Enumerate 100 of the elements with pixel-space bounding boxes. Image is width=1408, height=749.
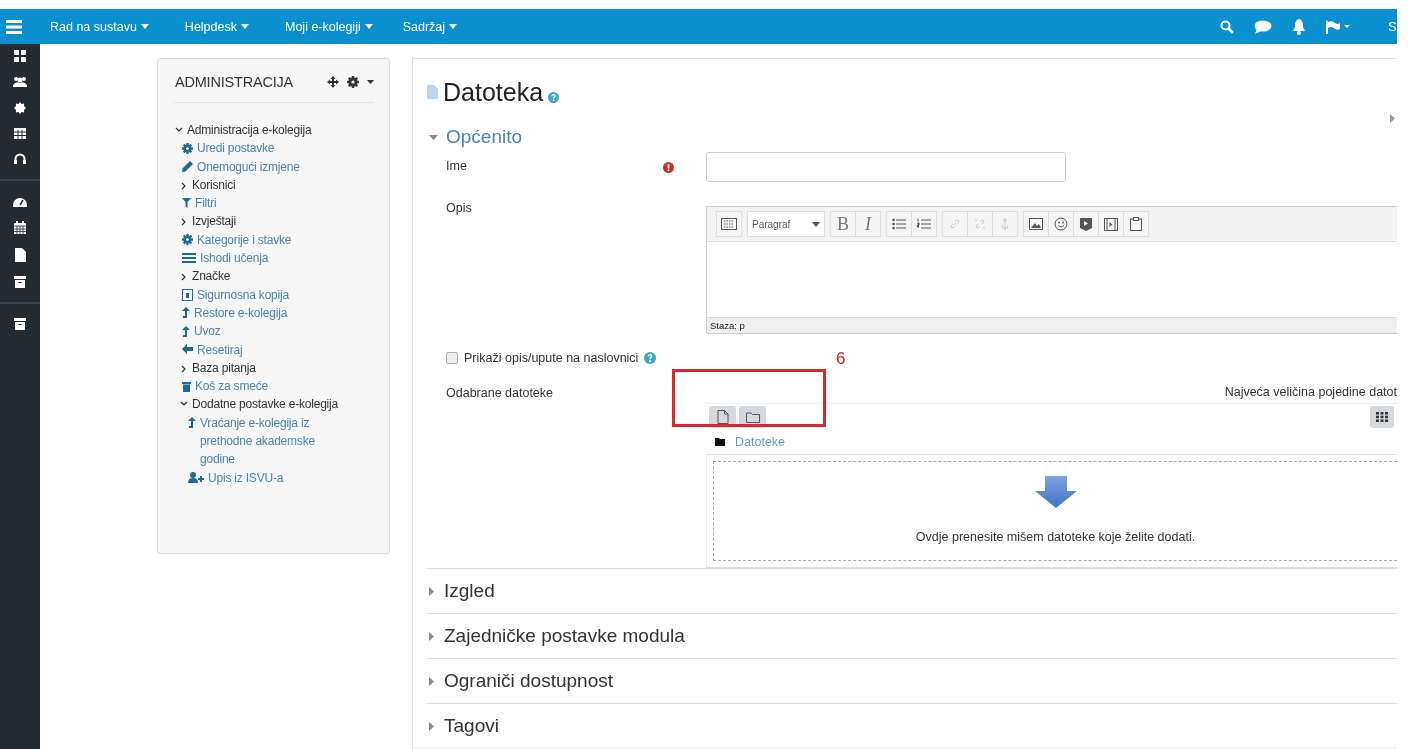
chevron-right-icon[interactable]	[180, 364, 188, 373]
section-title[interactable]: Općenito	[446, 126, 523, 148]
caret-icon	[449, 24, 458, 29]
move-icon[interactable]	[327, 76, 339, 88]
file-icon[interactable]	[14, 248, 26, 262]
caret-right-icon[interactable]	[1390, 114, 1395, 123]
menu-icon[interactable]	[6, 19, 22, 34]
nav-menu[interactable]: Sadržaj	[402, 19, 458, 34]
smiley-button[interactable]	[1048, 211, 1074, 237]
trash-icon	[182, 380, 191, 392]
caret-right-icon[interactable]	[429, 721, 434, 731]
field-label: Opis	[446, 200, 473, 215]
pencil-icon	[182, 161, 193, 173]
max-size-text: Najveća veličina pojedine datot	[1224, 385, 1397, 399]
keyboard-icon	[721, 218, 737, 230]
bell-icon[interactable]	[1292, 18, 1306, 35]
table-icon[interactable]	[14, 128, 26, 139]
grid-view-button[interactable]	[1370, 406, 1394, 428]
tree-link[interactable]: Restore e-kolegija	[194, 303, 288, 323]
format-button[interactable]: B	[830, 211, 856, 237]
user-menu[interactable]: S	[1388, 19, 1397, 34]
format-button[interactable]: I	[855, 211, 881, 237]
section-title[interactable]: Tagovi	[444, 715, 499, 737]
tree-link[interactable]: Uvoz	[194, 322, 221, 341]
grid-icon[interactable]	[14, 50, 26, 62]
help-icon[interactable]	[548, 91, 560, 103]
tree-link[interactable]: Resetiraj	[197, 340, 243, 359]
grid-icon	[1376, 412, 1388, 422]
chevron-right-icon[interactable]	[180, 181, 188, 190]
tree-link[interactable]: Vraćanje e-kolegija iz prethodne akademske godine	[200, 413, 350, 469]
badge-icon[interactable]	[14, 102, 26, 114]
tree-link[interactable]: Koš za smeće	[195, 377, 268, 396]
drop-zone[interactable]: Ovdje prenesite mišem datoteke koje želite dodati.	[713, 461, 1397, 561]
calendar-icon[interactable]	[14, 221, 26, 234]
media-button[interactable]	[1073, 211, 1099, 237]
caret-right-icon[interactable]	[429, 631, 434, 641]
editor-path: Staza: p	[707, 317, 1397, 333]
chevron-down-icon[interactable]	[175, 127, 183, 133]
chevron-down-icon[interactable]	[180, 401, 188, 408]
tree-branch[interactable]: Značke	[192, 267, 231, 286]
gear-icon	[182, 142, 193, 154]
tree-branch[interactable]: Dodatne postavke e-kolegija	[192, 395, 339, 414]
checkbox-label[interactable]: Prikaži opis/upute na naslovnici	[464, 351, 639, 365]
nav-menu[interactable]: Moji e-kolegiji	[285, 19, 373, 34]
field-label: Ime	[446, 158, 468, 173]
nav-menu[interactable]: Helpdesk	[184, 19, 249, 34]
tree-link[interactable]: Uredi postavke	[197, 139, 275, 158]
caret-icon[interactable]	[367, 80, 374, 84]
caret-icon	[140, 24, 149, 29]
tree-link[interactable]: Onemogući izmjene	[197, 157, 300, 176]
nav-menu[interactable]: Rad na sustavu	[50, 19, 149, 34]
tree-link[interactable]: Filtri	[195, 194, 217, 213]
image-icon	[1029, 218, 1043, 230]
tree-branch[interactable]: Izvještaji	[192, 212, 236, 231]
caret-right-icon[interactable]	[429, 586, 434, 596]
caret-icon	[241, 24, 249, 29]
download-arrow-icon	[1034, 476, 1077, 508]
checkbox[interactable]	[446, 352, 458, 364]
chat-bubble-icon[interactable]	[1254, 19, 1272, 34]
page-title: Datoteka	[443, 77, 544, 107]
smiley-icon	[1054, 217, 1068, 231]
tree-branch[interactable]: Korisnici	[192, 175, 236, 195]
chevron-right-icon[interactable]	[180, 273, 188, 282]
paragraph-format-select[interactable]: Paragraf	[747, 211, 825, 237]
settings-icon[interactable]	[347, 76, 359, 88]
search-icon[interactable]	[1220, 19, 1234, 34]
file-icon	[427, 85, 438, 99]
archive-box-icon[interactable]	[14, 318, 26, 330]
section-title[interactable]: Izgled	[444, 580, 495, 602]
annotation-number: 6	[836, 349, 846, 369]
caret-right-icon[interactable]	[429, 676, 434, 686]
tree-link[interactable]: Sigurnosna kopija	[197, 285, 289, 304]
caret-icon	[812, 221, 820, 227]
tree-link[interactable]: Kategorije i stavke	[197, 230, 292, 250]
chevron-right-icon[interactable]	[180, 218, 188, 227]
section-title[interactable]: Ograniči dostupnost	[444, 670, 613, 692]
headset-icon[interactable]	[14, 153, 26, 165]
flag-icon[interactable]	[1326, 19, 1350, 34]
film-button[interactable]	[1098, 211, 1124, 237]
tree-branch[interactable]: Baza pitanja	[192, 358, 256, 378]
archive-box-icon[interactable]	[14, 276, 26, 288]
unlink-icon	[974, 218, 986, 230]
users-icon[interactable]	[13, 76, 27, 88]
field-label: Odabrane datoteke	[446, 385, 555, 400]
paste-button[interactable]	[1123, 211, 1149, 237]
arrow-left-icon	[182, 344, 193, 355]
keyboard-button[interactable]	[716, 211, 742, 237]
help-icon[interactable]	[644, 352, 657, 364]
bullets-button[interactable]	[886, 211, 912, 237]
link-icon	[949, 218, 961, 230]
folder-link[interactable]: Datoteke	[735, 435, 786, 449]
tree-link[interactable]: Upis iz ISVU-a	[208, 468, 358, 487]
caret-down-icon[interactable]	[429, 134, 438, 140]
name-input-field[interactable]	[706, 152, 1066, 182]
tree-link[interactable]: Ishodi učenja	[200, 249, 269, 268]
gauge-icon[interactable]	[13, 195, 27, 207]
image-button[interactable]	[1023, 211, 1049, 237]
list-icon	[182, 252, 196, 263]
tree-branch[interactable]: Administracija e-kolegija	[187, 121, 312, 140]
section-title[interactable]: Zajedničke postavke modula	[444, 625, 685, 647]
